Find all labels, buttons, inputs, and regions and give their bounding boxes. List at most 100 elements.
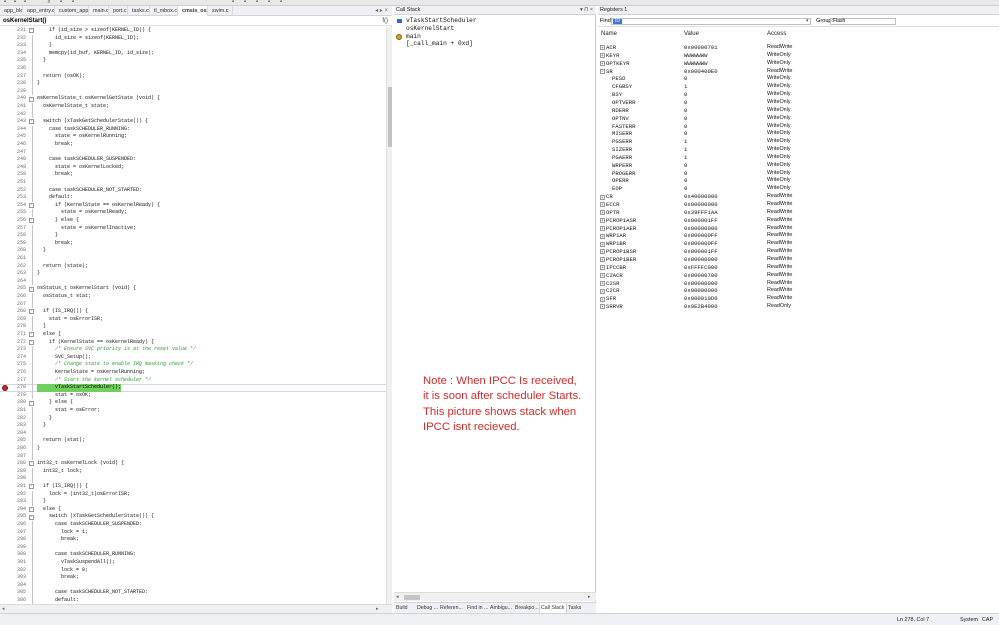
register-value[interactable]: 0x00000000 [684,225,718,233]
register-value[interactable]: 0 [684,107,687,115]
expand-icon[interactable]: + [600,273,605,279]
find-input[interactable]: ID [611,18,811,25]
code-line[interactable]: 270 } [0,323,386,331]
register-value[interactable]: 0 [684,99,687,107]
collapse-icon[interactable]: - [600,68,605,74]
register-value[interactable]: 0x00000000 [684,287,718,295]
code-line[interactable]: 282 } [0,414,386,423]
code-line[interactable]: 261 [0,255,386,263]
toolbar-icon[interactable]: ▪ [12,0,18,5]
scroll-left-icon[interactable]: ◂ [396,593,399,602]
code-line[interactable]: 256- } else { [0,217,386,225]
toolbar-icon[interactable]: ▪ [266,0,272,5]
call-stack-frame[interactable]: [_call_main + 0xd] [406,40,473,48]
fold-toggle-icon[interactable]: - [29,484,34,490]
code-line[interactable]: 280- } else { [0,399,386,407]
column-header-access[interactable]: Access [767,30,786,38]
code-line[interactable]: 253 default: [0,194,386,202]
expand-icon[interactable]: + [600,257,605,263]
code-line[interactable]: 238} [0,80,386,88]
code-line[interactable]: 233 } [0,42,386,50]
code-line[interactable]: 285 return (stat); [0,437,386,445]
call-stack-frame[interactable]: osKernelStart [406,25,454,33]
register-row[interactable]: PGSERR 1 WriteOnly [598,138,999,146]
register-value[interactable]: 0 [684,123,687,131]
code-line[interactable]: 269 stat = osErrorISR; [0,315,386,324]
register-row[interactable]: OPTNV 0 WriteOnly [598,115,999,123]
code-line[interactable]: 244 case taskSCHEDULER_RUNNING: [0,125,386,134]
code-line[interactable]: 248 case taskSCHEDULER_SUSPENDED: [0,156,386,164]
expand-icon[interactable]: + [600,210,605,216]
register-row[interactable]: FASTERR 0 WriteOnly [598,123,999,131]
register-value[interactable]: 0x00000000 [684,256,718,264]
scroll-right-icon[interactable]: ▸ [588,593,591,602]
code-line[interactable]: 258 } [0,232,386,240]
register-value[interactable]: 0x00000701 [684,44,718,52]
register-row[interactable]: + WRP1AR 0x000000FF ReadWrite [598,232,999,240]
code-line[interactable]: 252 case taskSCHEDULER_NOT_STARTED: [0,186,386,195]
code-line[interactable]: 259 break; [0,239,386,248]
register-row[interactable]: + C2ACR 0x00000700 ReadWrite [598,272,999,280]
editor-tab[interactable]: custom_app.c [55,6,89,16]
editor-tab[interactable]: app_ble.c [0,6,23,16]
code-line[interactable]: 287 [0,452,386,461]
fold-toggle-icon[interactable]: - [29,28,34,34]
code-line[interactable]: 275 /* Change state to enable IRQ maskin… [0,361,386,369]
fold-toggle-icon[interactable]: - [29,309,34,315]
register-value[interactable]: 0 [684,170,687,178]
expand-icon[interactable]: + [600,241,605,247]
code-line[interactable]: 295- switch (xTaskGetSchedulerState()) { [0,513,386,521]
expand-icon[interactable]: + [600,61,605,67]
search-icon[interactable]: ⌕ [46,0,52,5]
code-line[interactable]: 302 lock = 0; [0,566,386,575]
code-line[interactable]: 262 return (state); [0,262,386,271]
code-line[interactable]: 290 [0,475,386,483]
register-row[interactable]: + ACR 0x00000701 ReadWrite [598,44,999,52]
code-line[interactable]: 278 vTaskStartScheduler(); [0,384,386,392]
register-value[interactable]: 0x40000000 [684,193,718,201]
register-row[interactable]: RDERR 0 WriteOnly [598,107,999,115]
toolbar-icon[interactable]: ▪ [242,0,248,5]
code-line[interactable]: 301 vTaskSuspendAll(); [0,559,386,567]
register-value[interactable]: 0 [684,162,687,170]
code-line[interactable]: 276 KernelState = osKernelRunning; [0,369,386,377]
code-line[interactable]: 239 [0,87,386,96]
code-line[interactable]: 260 } [0,247,386,255]
column-header-name[interactable]: Name [601,30,617,38]
register-value[interactable]: 1 [684,138,687,146]
code-line[interactable]: 306 default: [0,597,386,604]
toolbar-icon[interactable]: ▪ [2,0,8,5]
code-line[interactable]: 236 [0,65,386,73]
code-line[interactable]: 235 } [0,57,386,65]
register-value[interactable]: 1 [684,83,687,91]
expand-icon[interactable]: + [600,194,605,200]
expand-icon[interactable]: + [600,53,605,59]
code-line[interactable]: 268- if (IS_IRQ()) { [0,308,386,316]
code-line[interactable]: 281 stat = osError; [0,407,386,415]
code-line[interactable]: 286} [0,445,386,453]
register-value[interactable]: 0x000000FF [684,240,718,248]
editor-tab[interactable]: tasks.c [128,6,150,16]
register-value[interactable]: 0x9E2B4000 [684,303,718,311]
register-row[interactable]: + KEYR WWWWWWW WriteOnly [598,52,999,60]
editor-tab[interactable]: main.c [89,6,109,16]
fold-toggle-icon[interactable]: - [29,96,34,102]
register-value[interactable]: 0 [684,115,687,123]
register-row[interactable]: MISERR 0 WriteOnly [598,130,999,138]
register-row[interactable]: WRPERR 0 WriteOnly [598,162,999,170]
call-stack-horizontal-scrollbar[interactable]: ◂ ▸ [394,592,596,601]
panel-controls-icon[interactable]: ▾ ⊓ × [580,6,593,15]
fold-toggle-icon[interactable]: - [29,507,34,513]
editor-tab[interactable]: cmsis_os2.c [178,6,208,16]
code-line[interactable]: 241 osKernelState_t state; [0,103,386,111]
code-line[interactable]: 231- if (id_size > sizeof(KERNEL_ID)) { [0,27,386,35]
toolbar-icon[interactable]: ▪ [22,0,28,5]
code-line[interactable]: 250 break; [0,171,386,179]
register-value[interactable]: 0 [684,91,687,99]
register-row[interactable]: SIZERR 1 WriteOnly [598,146,999,154]
expand-icon[interactable]: + [600,288,605,294]
register-value[interactable]: 0x00000700 [684,272,718,280]
register-value[interactable]: 0 [684,177,687,185]
code-line[interactable]: 232 id_size = sizeof(KERNEL_ID); [0,34,386,43]
register-row[interactable]: OPERR 0 WriteOnly [598,177,999,185]
